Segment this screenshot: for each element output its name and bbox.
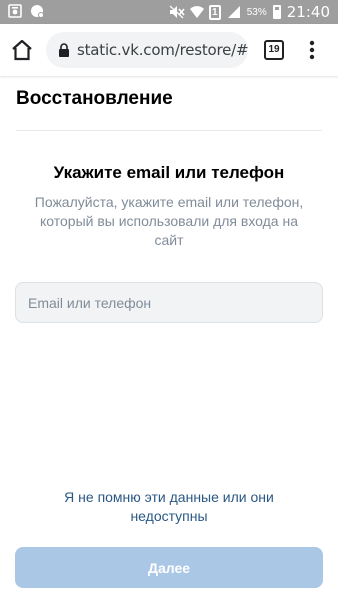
url-text: static.vk.com/restore/#/ [77, 41, 248, 59]
sim-icon: 1 [208, 4, 221, 20]
page-title: Восстановление [16, 88, 173, 109]
forgot-data-link[interactable]: Я не помню эти данные или они недоступны [40, 488, 298, 526]
email-phone-input[interactable] [15, 282, 323, 323]
browser-toolbar: static.vk.com/restore/#/ 19 [0, 24, 338, 76]
form-subtitle: Пожалуйста, укажите email или телефон, к… [34, 194, 304, 248]
status-bar-left [8, 4, 44, 18]
address-bar[interactable]: static.vk.com/restore/#/ [46, 32, 248, 68]
form-heading: Укажите email или телефон [53, 163, 285, 182]
chat-icon [30, 4, 44, 18]
clock: 21:40 [286, 3, 330, 21]
photo-icon [8, 4, 22, 18]
mute-icon [169, 5, 185, 19]
tabs-icon[interactable]: 19 [264, 40, 284, 60]
home-icon[interactable] [9, 37, 35, 63]
divider [16, 130, 322, 131]
menu-icon[interactable] [304, 38, 320, 62]
status-bar-right: 1 53% 21:40 [169, 3, 330, 21]
battery-icon [272, 5, 281, 19]
signal-icon [227, 5, 241, 19]
wifi-icon [189, 5, 204, 19]
next-button[interactable]: Далее [15, 547, 323, 588]
battery-percent: 53% [246, 6, 267, 18]
lock-icon [58, 43, 70, 57]
status-bar: 1 53% 21:40 [0, 0, 338, 24]
